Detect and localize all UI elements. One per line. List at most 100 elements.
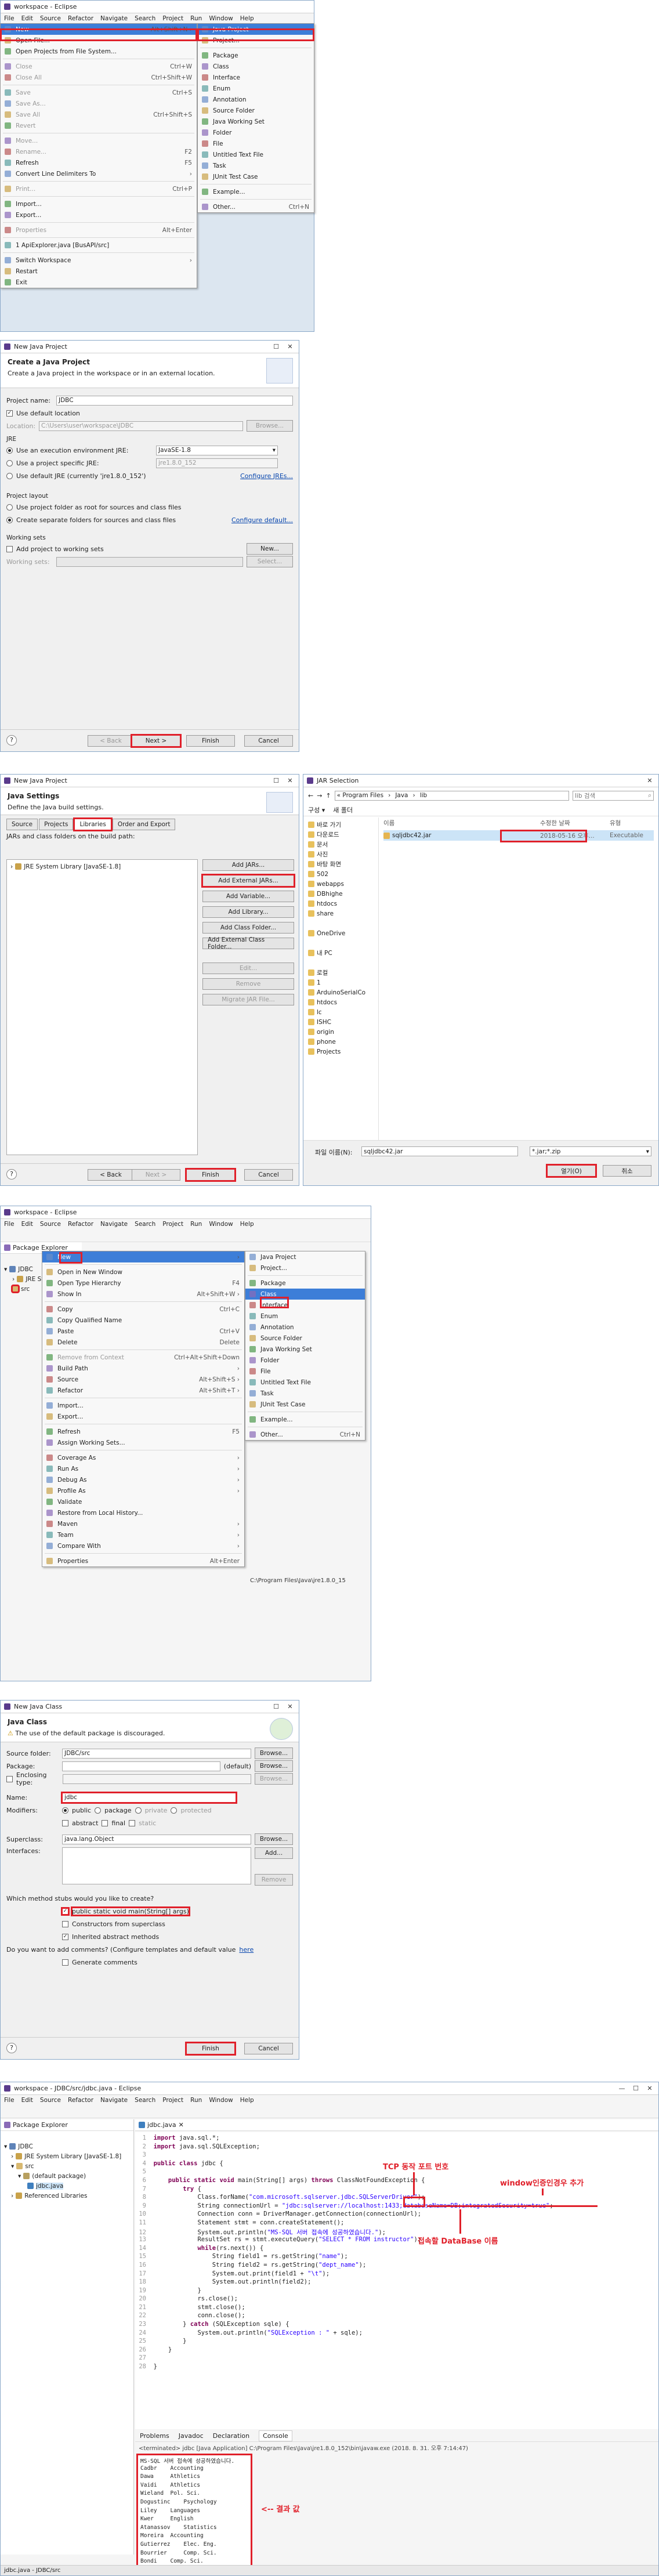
maximize-button[interactable]: ☐ <box>271 1703 281 1710</box>
menu-item[interactable]: Export... <box>42 1411 244 1422</box>
nav-item[interactable]: ISHC <box>308 1017 374 1027</box>
build-path-button[interactable]: Edit... <box>202 963 294 974</box>
layout-root-radio[interactable] <box>6 504 13 511</box>
source-folder-input[interactable]: JDBC/src <box>62 1748 251 1759</box>
menu-item[interactable]: Example... <box>245 1414 365 1425</box>
menu-source[interactable]: Source <box>40 1221 61 1228</box>
menu-item[interactable]: Properties Alt+Enter <box>1 225 197 236</box>
package-explorer-tab[interactable]: Package Explorer <box>1 2119 133 2131</box>
build-path-button[interactable]: Add Library... <box>202 906 294 918</box>
menu-item[interactable]: Move... <box>1 135 197 146</box>
tab-problems[interactable]: Problems <box>140 2432 169 2440</box>
build-path-button[interactable]: Add Class Folder... <box>202 922 294 934</box>
maximize-button[interactable]: ☐ <box>271 777 281 784</box>
next-button[interactable]: Next > <box>131 734 182 748</box>
menu-item[interactable]: JUnit Test Case <box>198 171 314 182</box>
close-button[interactable]: ✕ <box>285 343 295 350</box>
menu-item[interactable]: Restore from Local History... <box>42 1507 244 1518</box>
menu-source[interactable]: Source <box>40 15 61 22</box>
menu-item[interactable]: Import... <box>1 198 197 209</box>
layout-separate-radio[interactable] <box>6 516 13 523</box>
menu-item[interactable]: Project... <box>245 1262 365 1273</box>
private-radio[interactable] <box>135 1807 142 1814</box>
menu-search[interactable]: Search <box>135 2097 155 2104</box>
templates-link[interactable]: here <box>239 1946 254 1953</box>
nav-item[interactable]: 내 PC <box>308 948 374 958</box>
nav-item[interactable]: Projects <box>308 1047 374 1057</box>
jre-specific-select[interactable]: jre1.8.0_152 <box>156 458 278 468</box>
use-default-checkbox[interactable]: ✓ <box>6 410 13 417</box>
add-interface-button[interactable]: Add... <box>255 1847 293 1859</box>
tree-item[interactable]: ▾ src <box>4 2161 130 2171</box>
menu-window[interactable]: Window <box>209 1221 233 1228</box>
menu-item[interactable]: Convert Line Delimiters To › <box>1 168 197 179</box>
forward-arrow-icon[interactable]: → <box>317 792 322 799</box>
configure-default-link[interactable]: Configure default... <box>231 516 293 524</box>
menu-item[interactable]: Open Type Hierarchy F4 <box>42 1278 244 1289</box>
help-icon[interactable]: ? <box>6 1169 17 1180</box>
nav-item[interactable]: share <box>308 909 374 918</box>
breadcrumb[interactable]: Java <box>395 792 408 799</box>
menu-item[interactable]: Refactor Alt+Shift+T › <box>42 1385 244 1396</box>
menu-help[interactable]: Help <box>240 1221 254 1228</box>
organize-button[interactable]: 구성 ▾ <box>308 805 325 815</box>
menu-item[interactable]: Remove from Context Ctrl+Alt+Shift+Down <box>42 1352 244 1363</box>
close-icon[interactable]: ✕ <box>179 2121 184 2129</box>
tree-item[interactable]: jdbc.java <box>4 2181 130 2191</box>
menu-item[interactable]: JUnit Test Case <box>245 1399 365 1410</box>
menu-item[interactable]: Enum <box>245 1311 365 1322</box>
menu-item[interactable]: Show In Alt+Shift+W › <box>42 1289 244 1300</box>
finish-button[interactable]: Finish <box>185 2042 236 2056</box>
tab-declaration[interactable]: Declaration <box>213 2432 249 2440</box>
up-arrow-icon[interactable]: ↑ <box>325 792 331 799</box>
menu-item[interactable]: Source Alt+Shift+S › <box>42 1374 244 1385</box>
menu-item[interactable]: Print... Ctrl+P <box>1 183 197 194</box>
menu-item[interactable]: Export... <box>1 209 197 220</box>
menu-item[interactable]: Close Ctrl+W <box>1 61 197 72</box>
open-button[interactable]: 열기(O) <box>546 1164 597 1178</box>
configure-jres-link[interactable]: Configure JREs... <box>240 472 293 480</box>
remove-interface-button[interactable]: Remove <box>255 1874 293 1886</box>
browse-source-button[interactable]: Browse... <box>255 1748 293 1759</box>
menu-item[interactable]: Exit <box>1 277 197 288</box>
breadcrumb[interactable]: « Program Files <box>337 792 383 799</box>
browse-button[interactable]: Browse... <box>247 420 293 432</box>
menu-help[interactable]: Help <box>240 15 254 22</box>
menu-item[interactable]: Debug As › <box>42 1474 244 1485</box>
menu-item[interactable]: Rename... F2 <box>1 146 197 157</box>
jre-default-radio[interactable] <box>6 472 13 479</box>
menu-source[interactable]: Source <box>40 2097 61 2104</box>
select-working-sets-button[interactable]: Select... <box>247 556 293 567</box>
project-name-input[interactable]: JDBC <box>56 395 293 406</box>
browse-enclosing-button[interactable]: Browse... <box>255 1773 293 1785</box>
menu-item[interactable]: Delete Delete <box>42 1337 244 1348</box>
nav-item[interactable]: phone <box>308 1037 374 1047</box>
menu-item[interactable]: Open in New Window <box>42 1267 244 1278</box>
build-path-button[interactable]: Add External Class Folder... <box>202 936 294 950</box>
maximize-button[interactable]: ☐ <box>631 2085 641 2092</box>
nav-item[interactable]: 바탕 화면 <box>308 859 374 869</box>
menu-item[interactable]: Folder <box>198 127 314 138</box>
menu-edit[interactable]: Edit <box>21 2097 33 2104</box>
tab-libraries[interactable]: Libraries <box>73 817 113 831</box>
menu-item[interactable]: Java Project <box>245 1251 365 1262</box>
location-input[interactable]: C:\Users\user\workspace\JDBC <box>39 421 243 431</box>
address-bar[interactable]: « Program Files › Java › lib <box>334 790 569 801</box>
build-path-list[interactable]: › JRE System Library [JavaSE-1.8] <box>6 859 198 1155</box>
cancel-button[interactable]: Cancel <box>244 2043 293 2054</box>
tree-item[interactable]: ▾ (default package) <box>4 2171 130 2181</box>
tab-order-and-export[interactable]: Order and Export <box>112 819 176 830</box>
back-arrow-icon[interactable]: ← <box>308 792 313 799</box>
close-button[interactable]: ✕ <box>644 2085 655 2092</box>
search-input[interactable]: lib 검색 ⌕ <box>573 790 654 801</box>
tree-item[interactable]: › JRE System Library [JavaSE-1.8] <box>4 2151 130 2161</box>
file-type-filter[interactable]: *.jar;*.zip ▾ <box>530 1146 651 1156</box>
menu-item[interactable]: Example... <box>198 186 314 197</box>
menu-item[interactable]: Maven › <box>42 1518 244 1529</box>
menu-item[interactable]: Revert <box>1 120 197 131</box>
menu-item[interactable]: Switch Workspace › <box>1 255 197 266</box>
maximize-button[interactable]: ☐ <box>271 343 281 350</box>
cancel-button[interactable]: Cancel <box>244 1169 293 1181</box>
menu-item[interactable]: Compare With › <box>42 1540 244 1551</box>
menu-item[interactable]: Refresh F5 <box>1 157 197 168</box>
